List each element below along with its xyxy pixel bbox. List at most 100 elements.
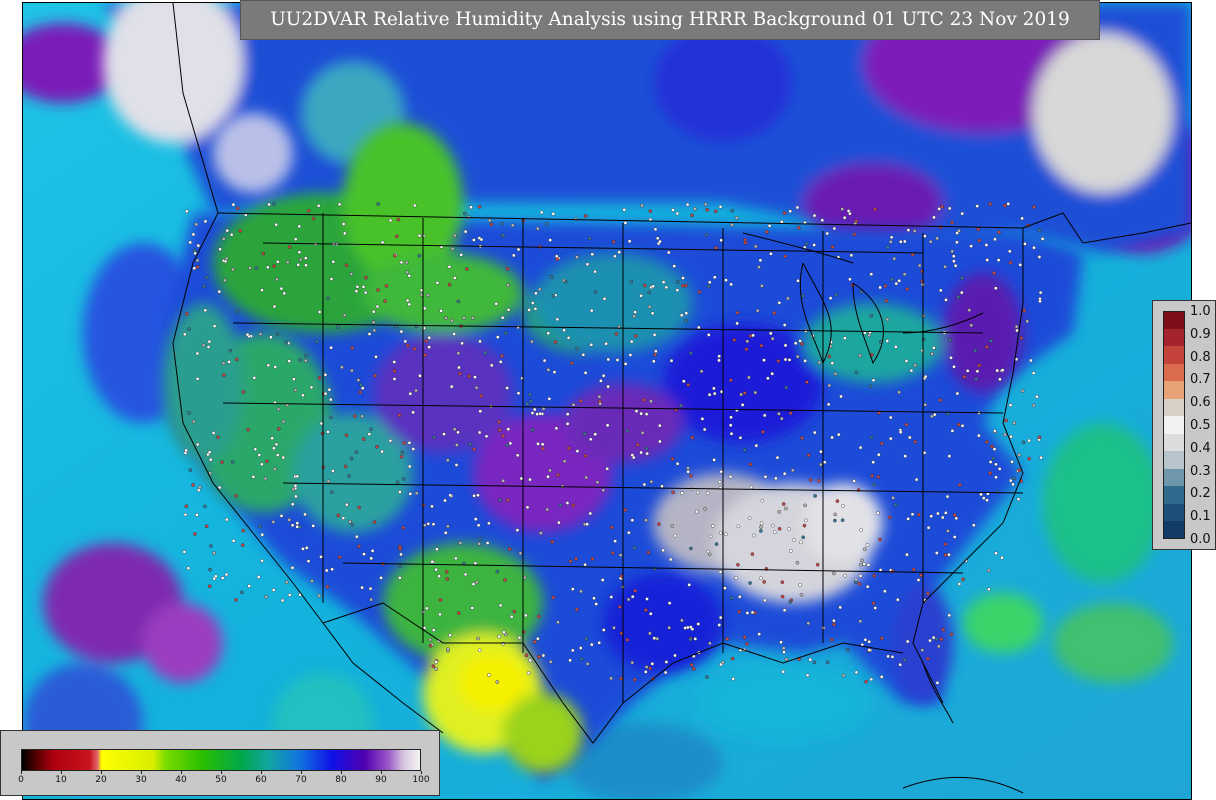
station-dot [718,570,723,574]
station-dot [264,595,268,599]
rh-colorbar: 0 10 20 30 40 50 60 70 80 90 100 [0,730,440,796]
station-dot [1037,255,1042,259]
station-dot [955,391,960,396]
station-dot [405,343,410,348]
station-dot [234,493,238,498]
station-dot [575,255,579,259]
station-dot [399,260,404,265]
station-dot [369,427,373,431]
station-dot [739,392,743,397]
station-dot [713,275,717,280]
station-dot [602,628,606,632]
station-dot [424,606,429,611]
station-dot [872,574,877,578]
station-dot [497,419,501,424]
station-dot [284,340,289,345]
station-dot [841,503,845,508]
station-dot [903,454,908,458]
station-dot [287,359,292,363]
station-dot [876,511,880,515]
station-dot [398,576,402,580]
station-dot [991,456,996,461]
station-dot [799,593,804,597]
station-dot [209,544,213,548]
station-dot [789,549,793,553]
station-dot [188,468,193,472]
station-dot [867,640,872,644]
station-dot [885,339,890,343]
station-dot [753,390,758,395]
station-dot [740,403,745,407]
station-dot [380,240,385,245]
station-dot [645,451,649,456]
station-dot [195,377,200,381]
station-dot [812,660,817,665]
station-dot [892,256,897,261]
station-dot [191,419,196,424]
station-dot [653,227,658,232]
station-dot [718,531,723,535]
station-dot [528,392,532,397]
station-dot [395,480,400,485]
station-dot [937,644,941,649]
station-dot [1022,308,1027,313]
station-dot [632,545,637,550]
station-dot [311,216,316,221]
station-dot [502,630,506,635]
station-dot [459,253,464,257]
station-dot [1020,216,1024,221]
station-dot [546,474,550,479]
station-dot [188,240,192,245]
station-dot [639,293,643,298]
station-dot [803,503,807,508]
station-dot [1025,319,1030,324]
station-dot [229,232,234,237]
station-dot [864,679,868,684]
station-dot [439,309,443,313]
station-dot [594,602,599,606]
station-dot [743,448,747,452]
station-dot [295,525,300,529]
station-dot [212,324,217,328]
station-dot [1012,421,1017,425]
station-dot [657,522,661,526]
station-dot [909,368,914,373]
station-dot [507,547,512,551]
station-dot [866,563,871,567]
station-dot [1018,263,1023,267]
station-dot [891,496,895,500]
station-dot [450,318,454,323]
station-dot [685,202,690,207]
station-dot [763,598,767,603]
station-dot [977,238,982,243]
station-dot [303,512,307,517]
station-dot [984,243,989,247]
station-dot [281,455,286,460]
station-dot [779,640,783,645]
increment-tick-label: 0.8 [1190,349,1211,365]
station-dot [595,480,600,485]
station-dot [759,343,764,348]
station-dot [697,290,702,294]
station-dot [287,593,292,597]
station-dot [450,246,455,251]
station-dot [330,567,334,572]
station-dot [371,320,376,325]
station-dot [997,467,1002,471]
station-dot [750,552,755,556]
station-dot [452,332,456,336]
station-dot [777,300,782,305]
station-dot [813,494,817,498]
station-dot [1014,324,1019,329]
station-dot [905,287,910,291]
station-dot [551,595,556,600]
station-dot [479,393,484,398]
station-dot [917,263,922,268]
station-dot [758,258,763,263]
station-dot [667,250,671,255]
station-dot [254,266,259,270]
station-dot [759,525,763,529]
station-dot [579,589,583,594]
station-dot [898,662,903,667]
station-dot [212,576,216,581]
